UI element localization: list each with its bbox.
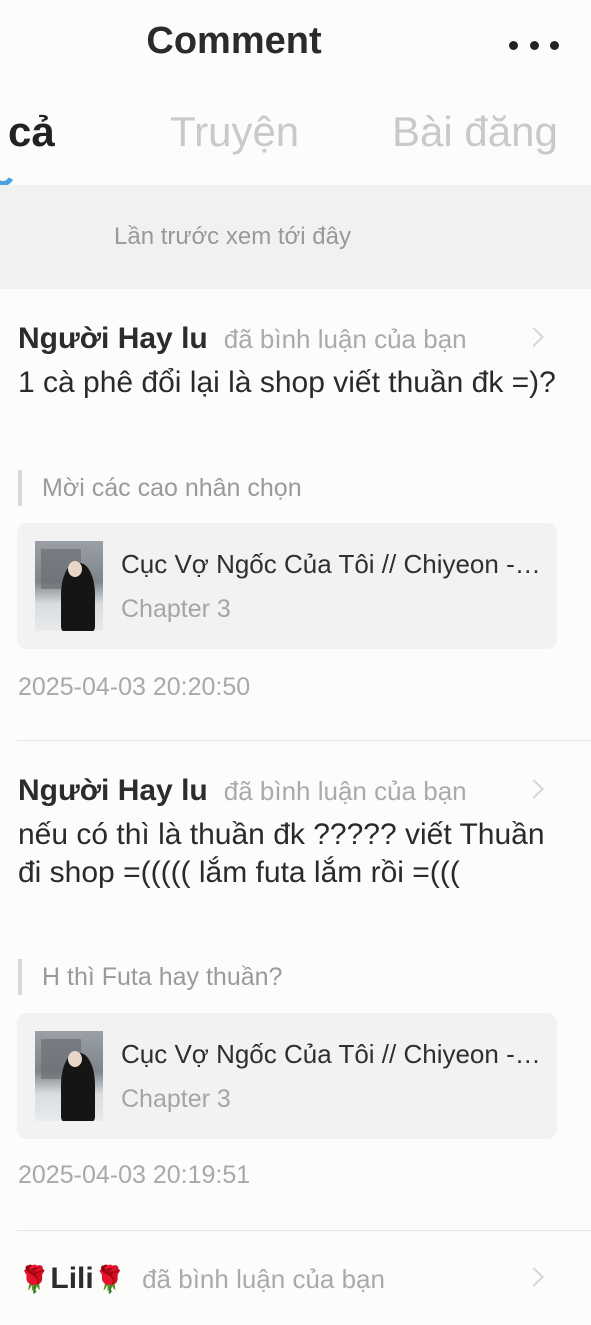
story-cover-image [35,541,103,631]
rose-icon: 🌹 [18,1264,51,1294]
comment-header: 🌹 Lili 🌹 đã bình luận của bạn [18,1262,385,1302]
chevron-right-icon[interactable] [524,327,544,347]
more-dot [509,40,518,50]
story-title: Cục Vợ Ngốc Của Tôi // Chiyeon - Jiyeon [121,1039,541,1069]
story-cover-image [35,1031,103,1121]
rose-icon: 🌹 [93,1264,127,1294]
comment-text: nếu có thì là thuần đk ????? viết Thuần … [18,818,545,889]
cover-face [68,561,82,577]
cover-face [68,1051,82,1067]
story-card[interactable]: Cục Vợ Ngốc Của Tôi // Chiyeon - Jiyeon … [17,523,557,649]
story-card[interactable]: Cục Vợ Ngốc Của Tôi // Chiyeon - Jiyeon … [17,1013,557,1139]
comment-action: đã bình luận của bạn [142,1264,385,1294]
app: Comment cả Truyện Bài đăng Lần trước xem… [0,0,591,1325]
quoted-comment: H thì Futa hay thuần? [18,959,282,995]
comment-username[interactable]: Người Hay lu [18,774,208,808]
tab-bar: cả Truyện Bài đăng [0,108,591,178]
page-title: Comment [146,20,322,62]
comment-item[interactable]: Người Hay lu đã bình luận của bạn 1 cà p… [0,322,591,742]
divider [17,1230,591,1231]
last-seen-label: Lần trước xem tới đây [114,223,351,250]
header: Comment [0,0,591,90]
comment-header: Người Hay lu đã bình luận của bạn [18,322,467,362]
quoted-comment: Mời các cao nhân chọn [18,470,302,506]
story-title: Cục Vợ Ngốc Của Tôi // Chiyeon - Jiyeon [121,549,541,579]
more-dot [550,40,559,50]
tab-truyen[interactable]: Truyện [170,108,299,156]
comment-action: đã bình luận của bạn [223,324,467,354]
story-chapter: Chapter 3 [121,1085,231,1113]
tab-all[interactable]: cả [8,108,55,156]
comment-header: Người Hay lu đã bình luận của bạn [18,774,467,814]
comment-text: 1 cà phê đổi lại là shop viết thuần đk =… [18,366,556,399]
comment-username[interactable]: Người Hay lu [18,322,208,356]
comment-item[interactable]: Người Hay lu đã bình luận của bạn nếu có… [0,774,591,1230]
chevron-right-icon[interactable] [524,1267,544,1287]
comment-action: đã bình luận của bạn [223,776,467,806]
chevron-right-icon[interactable] [524,779,544,799]
more-dot [529,40,539,50]
comment-username[interactable]: Lili [50,1262,93,1296]
story-chapter: Chapter 3 [121,595,231,623]
comment-item[interactable]: 🌹 Lili 🌹 đã bình luận của bạn [0,1262,591,1325]
comment-timestamp: 2025-04-03 20:19:51 [18,1161,251,1189]
tab-bai-dang[interactable]: Bài đăng [392,108,558,156]
last-seen-banner: Lần trước xem tới đây [0,185,591,289]
more-horizontal-icon[interactable] [509,36,559,54]
comment-timestamp: 2025-04-03 20:20:50 [18,673,251,701]
divider [17,740,591,741]
